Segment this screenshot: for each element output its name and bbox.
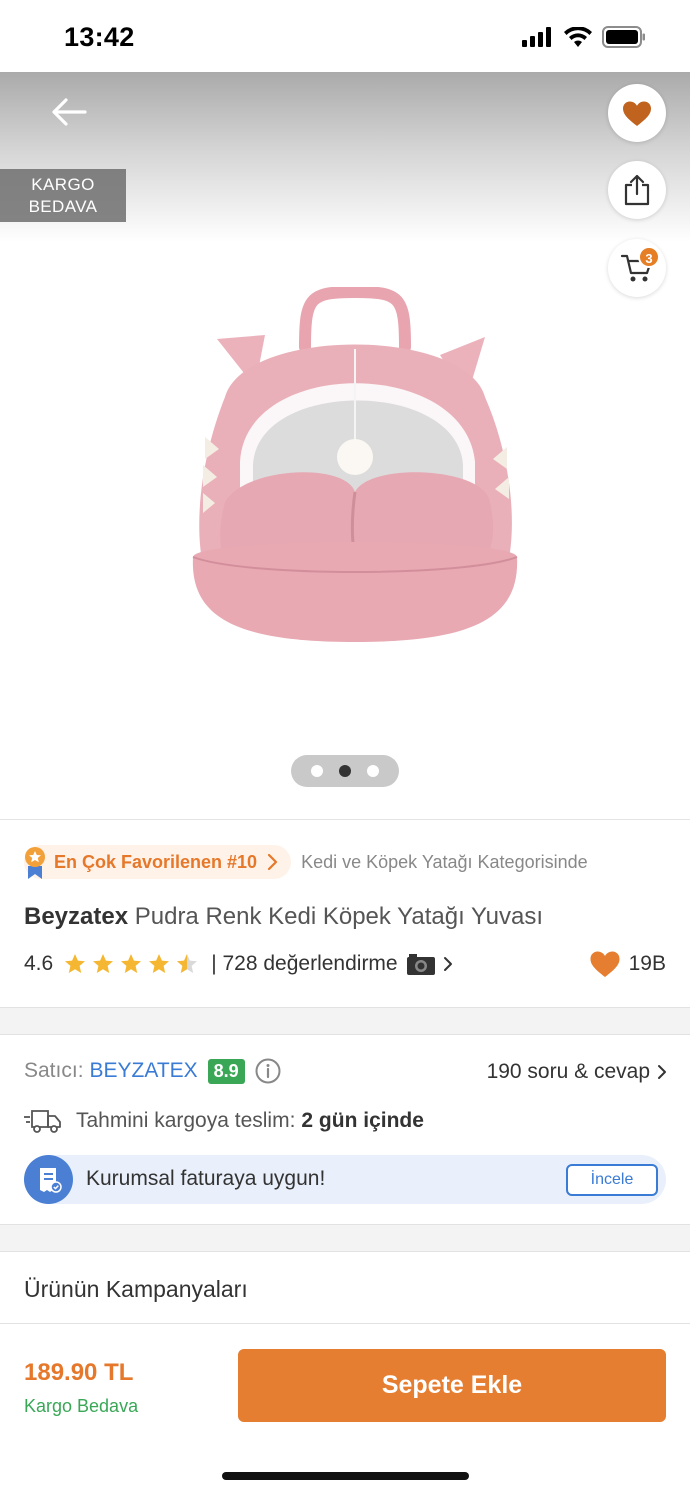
battery-icon: [602, 26, 645, 48]
questions-answers-link[interactable]: 190 soru & cevap: [487, 1060, 668, 1084]
shipping-info: Kargo Bedava: [24, 1396, 139, 1416]
back-button[interactable]: [44, 90, 94, 134]
rating-stars: [63, 952, 199, 976]
delivery-label: Tahmini kargoya teslim:: [76, 1109, 296, 1132]
cart-button[interactable]: 3: [608, 239, 666, 297]
seller-name-link[interactable]: BEYZATEX: [90, 1059, 198, 1083]
seller-score-badge: 8.9: [207, 1058, 245, 1084]
product-title: Beyzatex Pudra Renk Kedi Köpek Yatağı Yu…: [24, 903, 543, 931]
share-button[interactable]: [608, 161, 666, 219]
seller-row: Satıcı: BEYZATEX 8.9: [24, 1058, 281, 1084]
pager-dot[interactable]: [367, 765, 379, 777]
rating-value: 4.6: [24, 952, 54, 975]
seller-label: Satıcı:: [24, 1059, 84, 1082]
product-name: Pudra Renk Kedi Köpek Yatağı Yuvası: [134, 903, 544, 930]
free-shipping-badge: KARGO BEDAVA: [0, 169, 126, 222]
delivery-estimate: Tahmini kargoya teslim: 2 gün içinde: [24, 1108, 424, 1134]
status-bar: 13:42: [0, 0, 690, 72]
image-pager[interactable]: [291, 755, 399, 787]
campaigns-title[interactable]: Ürünün Kampanyaları: [24, 1276, 248, 1303]
wifi-icon: [564, 27, 592, 47]
pager-dot-active[interactable]: [339, 765, 351, 777]
ranking-label: En Çok Favorilenen #10: [54, 851, 258, 872]
star-icon: [65, 954, 86, 973]
chevron-right-icon: [443, 957, 452, 971]
invoice-icon: [24, 1155, 73, 1204]
corporate-invoice-banner: Kurumsal faturaya uygun! İncele: [24, 1155, 666, 1204]
product-image-gallery[interactable]: KARGO BEDAVA 3: [0, 72, 690, 820]
price: 189.90 TL: [24, 1359, 134, 1386]
product-brand[interactable]: Beyzatex: [24, 903, 128, 930]
product-photo: [192, 287, 518, 642]
divider: [0, 819, 690, 820]
delivery-value: 2 gün içinde: [301, 1109, 424, 1132]
bottom-purchase-bar: 189.90 TL Kargo Bedava Sepete Ekle: [0, 1323, 690, 1493]
half-star-icon: [177, 954, 198, 973]
favorite-ranking[interactable]: En Çok Favorilenen #10 Kedi ve Köpek Yat…: [24, 845, 588, 879]
qa-label: 190 soru & cevap: [486, 1060, 650, 1083]
ranking-pill[interactable]: En Çok Favorilenen #10: [24, 845, 292, 879]
ranking-category: Kedi ve Köpek Yatağı Kategorisinde: [301, 851, 588, 872]
add-to-cart-button[interactable]: Sepete Ekle: [238, 1349, 666, 1422]
chevron-right-icon: [267, 853, 278, 871]
section-separator: [0, 1007, 690, 1035]
review-count: | 728 değerlendirme: [211, 952, 398, 975]
truck-icon: [24, 1110, 61, 1133]
star-icon: [121, 954, 142, 973]
star-icon: [149, 954, 170, 973]
home-indicator[interactable]: [222, 1472, 469, 1480]
invoice-text: Kurumsal faturaya uygun!: [86, 1167, 326, 1190]
star-icon: [93, 954, 114, 973]
chevron-right-icon: [658, 1065, 666, 1079]
heart-icon: [623, 101, 651, 126]
share-icon: [624, 174, 650, 206]
info-icon[interactable]: [255, 1058, 281, 1084]
status-time: 13:42: [64, 22, 135, 52]
status-icons: [522, 26, 646, 48]
badge-line-2: BEDAVA: [28, 197, 98, 216]
favorites-value: 19B: [628, 952, 666, 975]
badge-line-1: KARGO: [31, 175, 95, 194]
pager-dot[interactable]: [311, 765, 323, 777]
heart-icon: [590, 951, 620, 977]
signal-icon: [522, 27, 551, 47]
favorite-button[interactable]: [608, 84, 666, 142]
section-separator: [0, 1224, 690, 1252]
medal-icon: [25, 847, 45, 879]
back-arrow-icon: [52, 98, 87, 126]
favorites-count[interactable]: 19B: [589, 950, 666, 978]
cart-count-badge: 3: [638, 246, 660, 268]
inspect-button[interactable]: İncele: [566, 1164, 658, 1196]
rating-row[interactable]: 4.6 | 728 değerlendirme: [24, 952, 454, 976]
camera-icon: [406, 954, 435, 975]
